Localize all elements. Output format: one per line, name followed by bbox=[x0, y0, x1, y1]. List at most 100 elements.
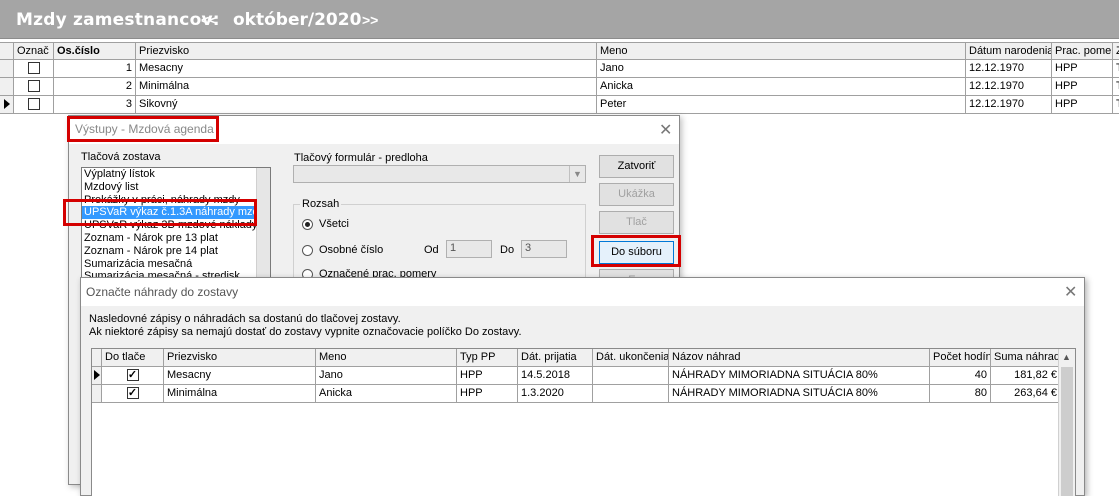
cell-meno: Anicka bbox=[597, 78, 966, 96]
button-highlight bbox=[591, 235, 681, 267]
nahrady-grid: Do tlače Priezvisko Meno Typ PP Dát. pri… bbox=[91, 348, 1076, 496]
list-item[interactable]: Zoznam - Nárok pre 14 plat bbox=[82, 245, 270, 258]
grid-header: Označ Os.číslo Priezvisko Meno Dátum nar… bbox=[0, 42, 1119, 60]
cell-pomer: HPP bbox=[1052, 60, 1113, 78]
preview-button[interactable]: Ukážka bbox=[599, 183, 674, 206]
nahrady-title: Označte náhrady do zostavy bbox=[86, 285, 239, 299]
next-period-button[interactable]: >> bbox=[362, 12, 378, 28]
row-checkbox[interactable] bbox=[27, 98, 40, 111]
cell-datum: 12.12.1970 bbox=[966, 96, 1052, 114]
col-header-pocet-hodin[interactable]: Počet hodín bbox=[930, 349, 991, 367]
cell-pomer: HPP bbox=[1052, 96, 1113, 114]
banner-title: Mzdy zamestnancov: bbox=[16, 10, 220, 30]
row-checkbox-cell[interactable] bbox=[14, 78, 54, 96]
cell-os-cislo: 1 bbox=[54, 60, 136, 78]
row-checkbox-cell[interactable] bbox=[102, 367, 164, 385]
info-line-2: Ak niektoré zápisy sa nemajú dostať do z… bbox=[89, 326, 522, 338]
row-checkbox[interactable] bbox=[27, 62, 40, 75]
col-header-suma-nahrad[interactable]: Suma náhrad bbox=[991, 349, 1061, 367]
col-header-dat-ukoncenia[interactable]: Dát. ukončenia bbox=[593, 349, 669, 367]
cell-meno: Anicka bbox=[316, 385, 457, 403]
col-header-z[interactable]: Z bbox=[1113, 42, 1119, 60]
cell-nazov-nahrad: NÁHRADY MIMORIADNA SITUÁCIA 80% bbox=[669, 367, 930, 385]
col-header-typ-pp[interactable]: Typ PP bbox=[457, 349, 518, 367]
radio-all[interactable] bbox=[302, 219, 313, 230]
close-button[interactable]: Zatvoriť bbox=[599, 155, 674, 178]
table-row[interactable]: Mesacny Jano HPP 14.5.2018 NÁHRADY MIMOR… bbox=[92, 367, 1075, 385]
print-button[interactable]: Tlač bbox=[599, 211, 674, 234]
row-checkbox-cell[interactable] bbox=[102, 385, 164, 403]
cell-z: T bbox=[1113, 60, 1119, 78]
row-checkbox-cell[interactable] bbox=[14, 60, 54, 78]
cell-pocet-hodin: 40 bbox=[930, 367, 991, 385]
radio-os-label[interactable]: Osobné číslo bbox=[319, 244, 383, 256]
chevron-down-icon[interactable]: ▼ bbox=[569, 166, 585, 182]
current-row-pointer-icon bbox=[94, 370, 100, 380]
row-checkbox[interactable] bbox=[27, 80, 40, 93]
close-icon[interactable]: ✕ bbox=[659, 120, 672, 140]
table-row[interactable]: 3 Sikovný Peter 12.12.1970 HPP T bbox=[0, 96, 1119, 114]
col-header-datum-narodenia[interactable]: Dátum narodenia bbox=[966, 42, 1052, 60]
period-label: október/2020 bbox=[233, 10, 362, 30]
table-row[interactable]: Minimálna Anicka HPP 1.3.2020 NÁHRADY MI… bbox=[92, 385, 1075, 403]
table-row[interactable]: 1 Mesacny Jano 12.12.1970 HPP T bbox=[0, 60, 1119, 78]
selection-highlight bbox=[63, 199, 257, 226]
cell-priezvisko: Mesacny bbox=[164, 367, 316, 385]
prev-period-button[interactable]: << bbox=[201, 12, 217, 28]
cell-typ-pp: HPP bbox=[457, 367, 518, 385]
title-highlight bbox=[67, 116, 219, 142]
cell-pocet-hodin: 80 bbox=[930, 385, 991, 403]
report-listbox[interactable]: Výplatný lístok Mzdový list Prekážky v p… bbox=[81, 167, 271, 287]
vystupy-titlebar[interactable]: Výstupy - Mzdová agenda ✕ bbox=[67, 116, 679, 144]
list-item[interactable]: Výplatný lístok bbox=[82, 168, 270, 181]
cell-priezvisko: Minimálna bbox=[136, 78, 597, 96]
col-header-os-cislo[interactable]: Os.číslo bbox=[54, 42, 136, 60]
row-indicator-header bbox=[0, 42, 14, 60]
cell-nazov-nahrad: NÁHRADY MIMORIADNA SITUÁCIA 80% bbox=[669, 385, 930, 403]
cell-dat-prijatia: 1.3.2020 bbox=[518, 385, 593, 403]
row-checkbox-cell[interactable] bbox=[14, 96, 54, 114]
cell-meno: Peter bbox=[597, 96, 966, 114]
col-header-meno[interactable]: Meno bbox=[597, 42, 966, 60]
col-header-priezvisko[interactable]: Priezvisko bbox=[136, 42, 597, 60]
col-header-dat-prijatia[interactable]: Dát. prijatia bbox=[518, 349, 593, 367]
close-icon[interactable]: ✕ bbox=[1064, 282, 1077, 302]
row-indicator bbox=[0, 60, 14, 78]
cell-pomer: HPP bbox=[1052, 78, 1113, 96]
col-header-do-tlace[interactable]: Do tlače bbox=[102, 349, 164, 367]
grid-header: Do tlače Priezvisko Meno Typ PP Dát. pri… bbox=[92, 349, 1075, 367]
list-scrollbar[interactable] bbox=[256, 168, 270, 286]
od-label: Od bbox=[424, 244, 439, 256]
row-checkbox[interactable] bbox=[126, 369, 139, 382]
list-item[interactable]: Zoznam - Nárok pre 13 plat bbox=[82, 232, 270, 245]
form-combobox[interactable]: ▼ bbox=[293, 165, 586, 183]
col-header-meno[interactable]: Meno bbox=[316, 349, 457, 367]
od-input[interactable]: 1 bbox=[446, 240, 492, 258]
cell-os-cislo: 2 bbox=[54, 78, 136, 96]
row-checkbox[interactable] bbox=[126, 387, 139, 400]
range-title: Rozsah bbox=[300, 198, 342, 210]
scroll-up-icon[interactable]: ▲ bbox=[1062, 352, 1071, 362]
col-header-nazov-nahrad[interactable]: Názov náhrad bbox=[669, 349, 930, 367]
cell-dat-prijatia: 14.5.2018 bbox=[518, 367, 593, 385]
cell-meno: Jano bbox=[597, 60, 966, 78]
cell-priezvisko: Sikovný bbox=[136, 96, 597, 114]
do-input[interactable]: 3 bbox=[521, 240, 567, 258]
col-header-oznac[interactable]: Označ bbox=[14, 42, 54, 60]
list-item[interactable]: Mzdový list bbox=[82, 181, 270, 194]
radio-os-cislo[interactable] bbox=[302, 245, 313, 256]
list-label: Tlačová zostava bbox=[81, 151, 161, 163]
grid-scrollbar[interactable]: ▲ bbox=[1058, 349, 1075, 496]
radio-all-label[interactable]: Všetci bbox=[319, 218, 349, 230]
form-label: Tlačový formulár - predloha bbox=[294, 152, 428, 164]
cell-os-cislo: 3 bbox=[54, 96, 136, 114]
col-header-priezvisko[interactable]: Priezvisko bbox=[164, 349, 316, 367]
cell-typ-pp: HPP bbox=[457, 385, 518, 403]
list-item[interactable]: Sumarizácia mesačná bbox=[82, 258, 270, 271]
scroll-thumb[interactable] bbox=[1061, 367, 1073, 496]
table-row[interactable]: 2 Minimálna Anicka 12.12.1970 HPP T bbox=[0, 78, 1119, 96]
row-indicator bbox=[92, 367, 102, 385]
col-header-prac-pomer[interactable]: Prac. pomer bbox=[1052, 42, 1113, 60]
nahrady-titlebar[interactable]: Označte náhrady do zostavy ✕ bbox=[81, 278, 1084, 306]
cell-datum: 12.12.1970 bbox=[966, 60, 1052, 78]
